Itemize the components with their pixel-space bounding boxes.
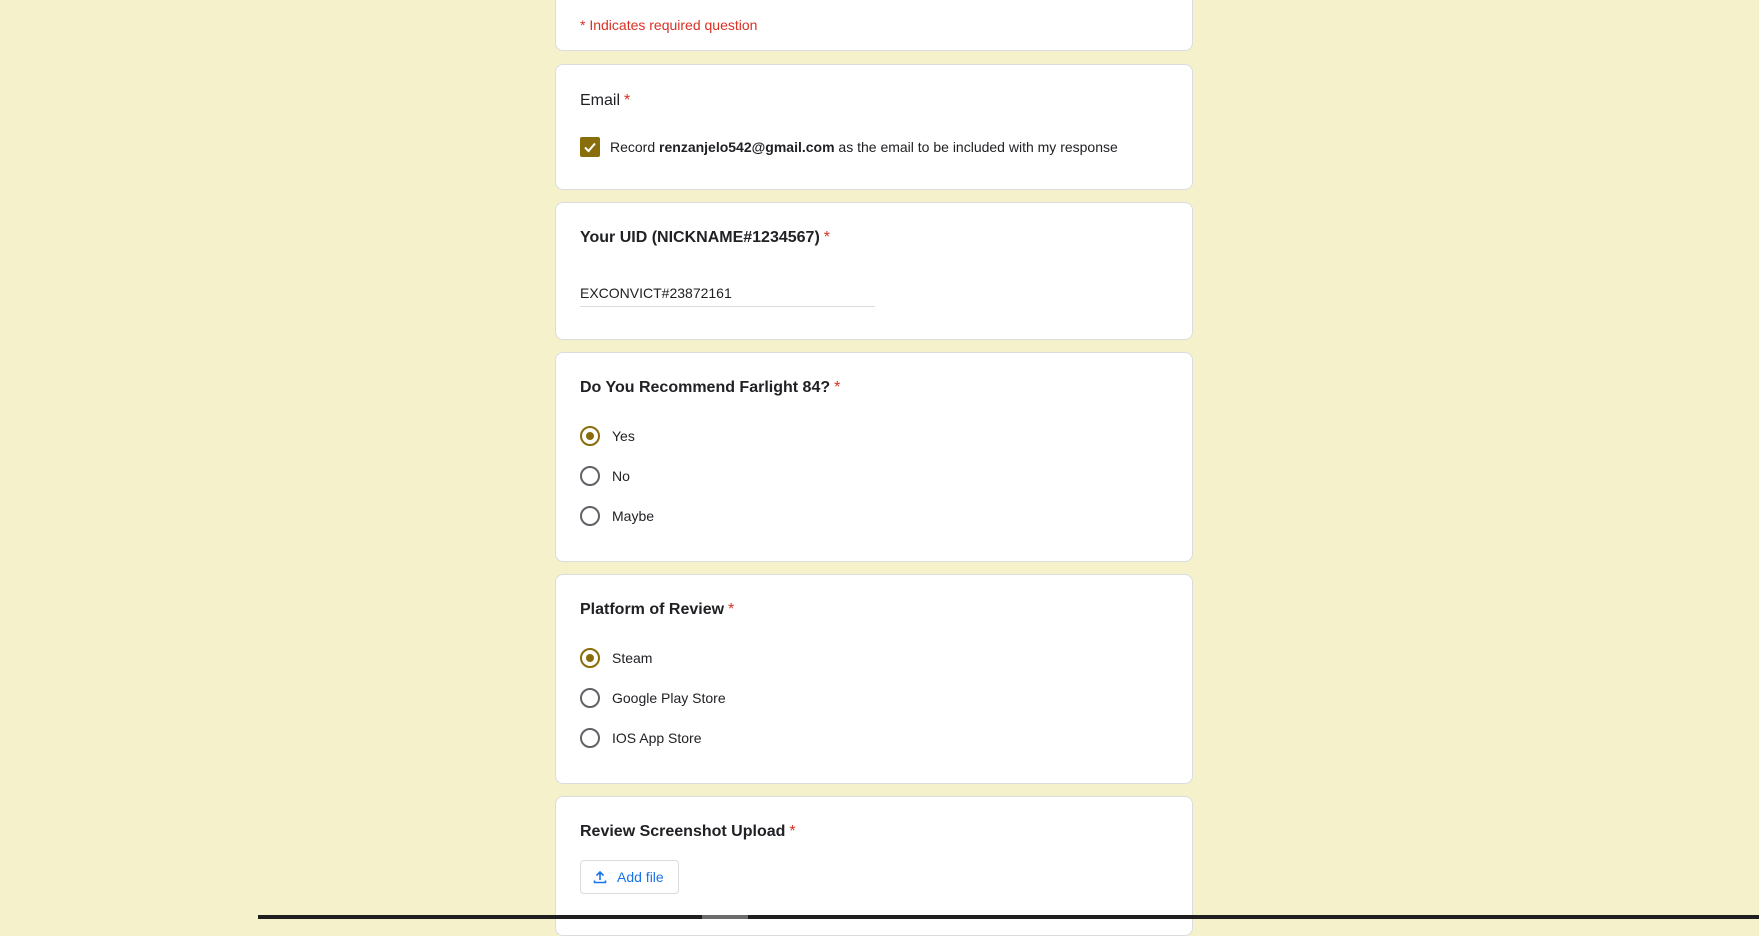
record-prefix: Record	[610, 139, 656, 155]
platform-option-google-play[interactable]: Google Play Store	[580, 688, 726, 708]
record-email-label: Record renzanjelo542@gmail.com as the em…	[610, 139, 1118, 155]
required-star: *	[823, 229, 830, 246]
scrollbar-thumb[interactable]	[702, 915, 748, 919]
required-star: *	[624, 92, 631, 109]
radio-unselected[interactable]	[580, 466, 600, 486]
platform-option-steam[interactable]: Steam	[580, 648, 652, 668]
required-star: *	[728, 601, 735, 618]
uid-title-text: Your UID (NICKNAME#1234567)	[580, 229, 820, 246]
option-label: No	[612, 468, 630, 484]
email-card: Email * Record renzanjelo542@gmail.com as…	[555, 64, 1193, 190]
recommend-option-maybe[interactable]: Maybe	[580, 506, 654, 526]
radio-selected[interactable]	[580, 426, 600, 446]
add-file-label: Add file	[617, 869, 664, 885]
option-label: Google Play Store	[612, 690, 726, 706]
platform-title: Platform of Review *	[580, 601, 734, 619]
uid-input[interactable]: EXCONVICT#23872161	[580, 285, 875, 307]
recommend-option-yes[interactable]: Yes	[580, 426, 635, 446]
uid-card: Your UID (NICKNAME#1234567) * EXCONVICT#2…	[555, 202, 1193, 340]
option-label: IOS App Store	[612, 730, 702, 746]
email-title-text: Email	[580, 92, 621, 109]
recommend-option-no[interactable]: No	[580, 466, 630, 486]
upload-icon	[593, 870, 607, 884]
uid-title: Your UID (NICKNAME#1234567) *	[580, 229, 830, 247]
recommend-title: Do You Recommend Farlight 84? *	[580, 379, 840, 397]
horizontal-scrollbar[interactable]	[258, 915, 1759, 919]
platform-card: Platform of Review * Steam Google Play St…	[555, 574, 1193, 784]
checkmark-icon	[584, 142, 596, 153]
email-address: renzanjelo542@gmail.com	[659, 139, 835, 155]
radio-selected[interactable]	[580, 648, 600, 668]
form-header-card: * Indicates required question	[555, 0, 1193, 51]
record-suffix: as the email to be included with my resp…	[838, 139, 1118, 155]
upload-title: Review Screenshot Upload *	[580, 823, 796, 841]
radio-unselected[interactable]	[580, 506, 600, 526]
required-note: * Indicates required question	[580, 17, 758, 33]
platform-option-ios[interactable]: IOS App Store	[580, 728, 702, 748]
option-label: Maybe	[612, 508, 655, 524]
email-title: Email *	[580, 92, 630, 110]
record-email-option[interactable]: Record renzanjelo542@gmail.com as the em…	[580, 137, 1118, 157]
radio-unselected[interactable]	[580, 728, 600, 748]
upload-title-text: Review Screenshot Upload	[580, 823, 786, 840]
option-label: Yes	[612, 428, 635, 444]
platform-title-text: Platform of Review	[580, 601, 725, 618]
radio-unselected[interactable]	[580, 688, 600, 708]
recommend-title-text: Do You Recommend Farlight 84?	[580, 379, 831, 396]
option-label: Steam	[612, 650, 653, 666]
record-email-checkbox[interactable]	[580, 137, 600, 157]
required-star: *	[834, 379, 841, 396]
required-star: *	[789, 823, 796, 840]
recommend-card: Do You Recommend Farlight 84? * Yes No Ma…	[555, 352, 1193, 562]
add-file-button[interactable]: Add file	[580, 860, 679, 894]
